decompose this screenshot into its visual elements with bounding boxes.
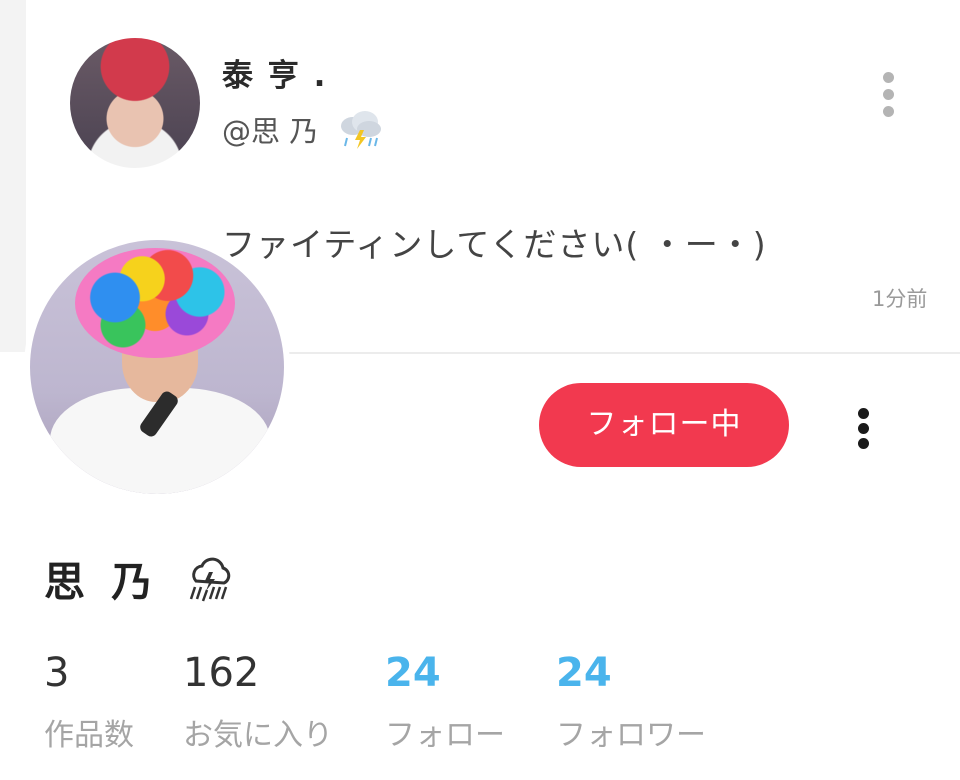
stat-followers-label: フォロワー (556, 718, 706, 753)
thunder-rain-cloud-icon (187, 557, 233, 613)
post-author-handle[interactable]: @思 乃 (222, 108, 385, 159)
profile-more-options-icon[interactable] (848, 404, 878, 456)
stat-works[interactable]: 3 作品数 (44, 650, 134, 754)
left-edge-strip (0, 0, 26, 352)
post-author-name[interactable]: 泰 亨 . (222, 50, 327, 95)
profile-avatar[interactable] (24, 234, 290, 500)
stat-favorites[interactable]: 162 お気に入り (183, 650, 333, 754)
post-timestamp: 1分前 (872, 287, 928, 311)
stat-favorites-label: お気に入り (183, 718, 333, 753)
stat-favorites-value: 162 (183, 650, 260, 696)
post-more-options-icon[interactable] (872, 66, 904, 126)
stat-works-label: 作品数 (44, 718, 134, 753)
thunder-rain-cloud-icon (335, 108, 385, 159)
post-text: ファイティンしてください( ・ー・) (222, 225, 767, 264)
profile-name: 思 乃 (44, 548, 233, 613)
stat-following[interactable]: 24 フォロー (385, 650, 505, 754)
stat-followers-value: 24 (556, 650, 612, 696)
following-button[interactable]: フォロー中 (539, 383, 789, 467)
stat-following-value: 24 (385, 650, 441, 696)
stat-following-label: フォロー (385, 718, 505, 753)
post-author-avatar[interactable] (70, 38, 200, 168)
post-handle-text: @思 乃 (222, 114, 319, 149)
stat-followers[interactable]: 24 フォロワー (556, 650, 706, 754)
profile-name-text: 思 乃 (44, 558, 159, 606)
stat-works-value: 3 (44, 650, 70, 696)
